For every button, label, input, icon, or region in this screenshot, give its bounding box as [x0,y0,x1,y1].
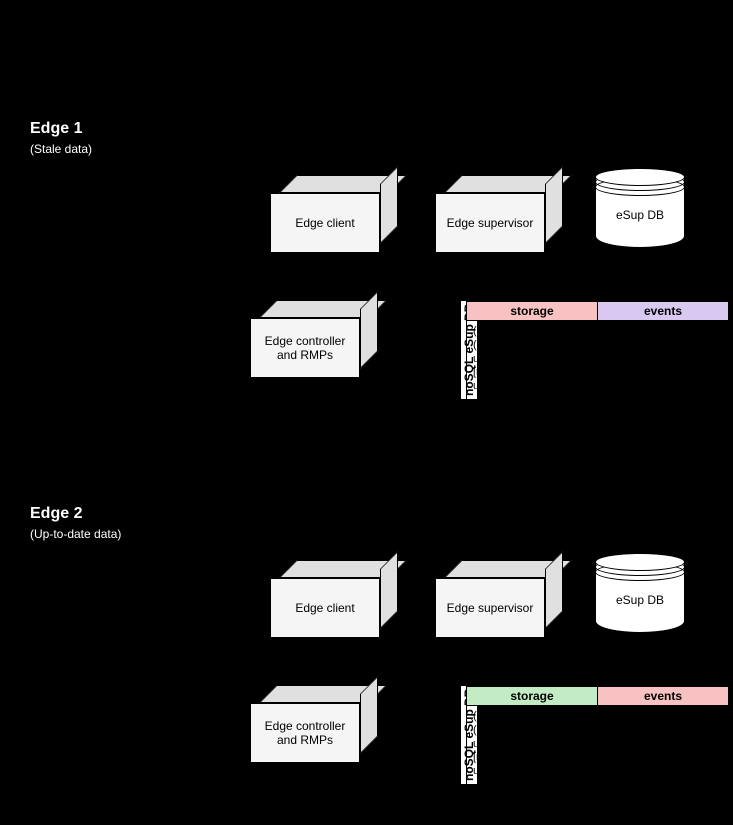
edge2-supervisor-label: Edge supervisor [447,601,534,615]
edge1-events-header: events [598,302,729,321]
edge1-events-cell: [uuid-5]: {action: action-3a} [uuid-4]: … [598,321,729,413]
edge1-collections-table: storage events (rm) [uuid-2]: { ... } (r… [466,301,729,413]
edge2-events-header: events [598,687,729,706]
edge2-storage-cell: (rm) [uuid-2]: { ... } (rm) [uuid-1]: {n… [467,706,598,825]
edge2-subtitle: (Up-to-date data) [30,527,121,541]
edge1-subtitle: (Stale data) [30,142,92,156]
edge1-storage-header: storage [467,302,598,321]
edge1-client-label: Edge client [295,216,354,230]
edge1-controller-label: Edge controller and RMPs [265,334,346,362]
edge2-controller-label: Edge controller and RMPs [265,719,346,747]
edge1-supervisor-label: Edge supervisor [447,216,534,230]
edge2-client-label: Edge client [295,601,354,615]
edge2-collections-table: storage events (rm) [uuid-2]: { ... } (r… [466,686,729,825]
edge2-title: Edge 2 [30,505,82,523]
edge1-storage-cell: (rm) [uuid-2]: { ... } (rm) [uuid-1]: {n… [467,321,598,413]
edge1-db-icon: eSup DB [595,168,685,248]
edge2-events-cell: [uuid-6]: {action: action-1b} [uuid-5]: … [598,706,729,825]
edge2-storage-header: storage [467,687,598,706]
edge1-db-label: eSup DB [595,208,685,222]
edge1-title: Edge 1 [30,120,82,138]
diagram-root: Edge 1 (Stale data) Edge client Edge sup… [0,0,733,805]
edge2-db-icon: eSup DB [595,553,685,633]
edge2-db-label: eSup DB [595,593,685,607]
